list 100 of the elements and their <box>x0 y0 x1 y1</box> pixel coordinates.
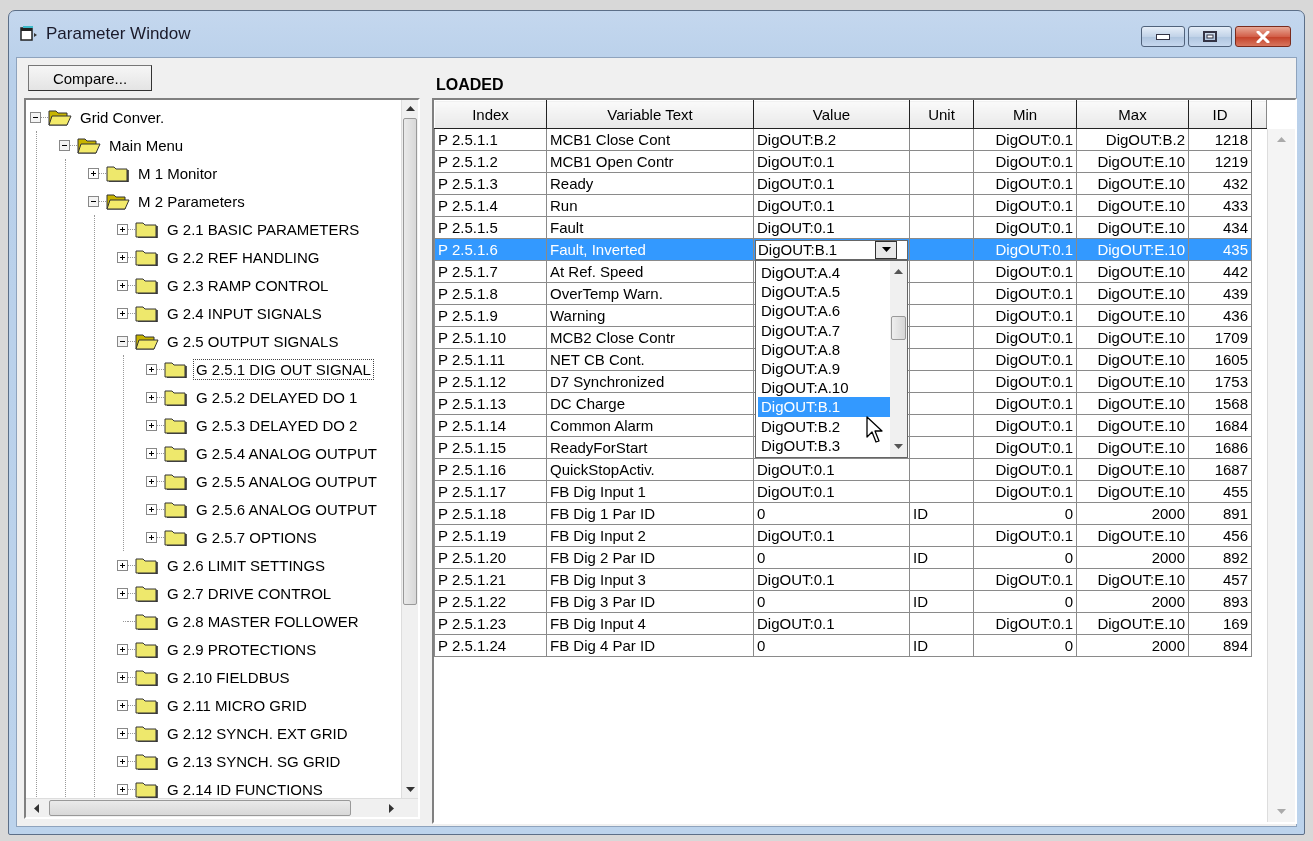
expand-button[interactable] <box>146 531 157 543</box>
tree-item[interactable]: G 2.14 ID FUNCTIONS <box>164 778 326 798</box>
table-cell[interactable]: DigOUT:E.10 <box>1076 612 1189 635</box>
table-cell[interactable]: DigOUT:E.10 <box>1076 392 1189 415</box>
table-cell[interactable]: P 2.5.1.8 <box>434 282 547 305</box>
dropdown-option[interactable]: DigOUT:A.8 <box>758 339 890 359</box>
table-cell[interactable]: P 2.5.1.22 <box>434 590 547 613</box>
collapse-button[interactable] <box>59 139 70 151</box>
table-cell[interactable]: Ready <box>546 172 754 195</box>
expand-button[interactable] <box>146 503 157 515</box>
table-cell[interactable]: Warning <box>546 304 754 327</box>
table-cell[interactable]: 893 <box>1188 590 1252 613</box>
table-cell[interactable]: DigOUT:0.1 <box>973 392 1077 415</box>
table-cell[interactable]: FB Dig Input 1 <box>546 480 754 503</box>
tree-item[interactable]: G 2.12 SYNCH. EXT GRID <box>164 722 351 744</box>
table-cell[interactable]: DigOUT:0.1 <box>973 612 1077 635</box>
table-cell[interactable]: 0 <box>973 546 1077 569</box>
vertical-scrollbar[interactable] <box>401 100 418 798</box>
table-cell[interactable]: P 2.5.1.17 <box>434 480 547 503</box>
table-cell[interactable]: P 2.5.1.16 <box>434 458 547 481</box>
table-cell[interactable]: DigOUT:0.1 <box>973 436 1077 459</box>
table-cell[interactable]: 2000 <box>1076 590 1189 613</box>
table-cell[interactable]: 432 <box>1188 172 1252 195</box>
table-cell[interactable]: MCB1 Open Contr <box>546 150 754 173</box>
table-cell[interactable]: DigOUT:E.10 <box>1076 304 1189 327</box>
table-cell[interactable]: DigOUT:E.10 <box>1076 282 1189 305</box>
value-dropdown[interactable]: DigOUT:B.1 <box>755 239 908 260</box>
tree-item[interactable]: Main Menu <box>106 134 187 156</box>
table-cell[interactable]: D7 Synchronized <box>546 370 754 393</box>
tree-item[interactable]: G 2.9 PROTECTIONS <box>164 638 320 660</box>
table-cell[interactable]: P 2.5.1.7 <box>434 260 547 283</box>
table-cell[interactable]: 436 <box>1188 304 1252 327</box>
table-cell[interactable]: P 2.5.1.4 <box>434 194 547 217</box>
expand-button[interactable] <box>117 643 128 655</box>
table-cell[interactable]: DigOUT:E.10 <box>1076 194 1189 217</box>
table-cell[interactable]: DigOUT:E.10 <box>1076 216 1189 239</box>
tree-item[interactable]: G 2.4 INPUT SIGNALS <box>164 302 325 324</box>
table-cell[interactable]: P 2.5.1.5 <box>434 216 547 239</box>
table-cell[interactable]: P 2.5.1.14 <box>434 414 547 437</box>
table-cell[interactable]: NET CB Cont. <box>546 348 754 371</box>
compare-button[interactable]: Compare... <box>28 65 152 91</box>
table-cell[interactable]: DigOUT:0.1 <box>753 458 910 481</box>
table-cell[interactable]: MCB1 Close Cont <box>546 128 754 151</box>
table-cell[interactable]: DigOUT:0.1 <box>973 414 1077 437</box>
tree-item[interactable]: G 2.5 OUTPUT SIGNALS <box>164 330 342 352</box>
tree-item[interactable]: G 2.8 MASTER FOLLOWER <box>164 610 362 632</box>
table-cell[interactable]: P 2.5.1.19 <box>434 524 547 547</box>
table-cell[interactable]: 1219 <box>1188 150 1252 173</box>
table-cell[interactable]: 1568 <box>1188 392 1252 415</box>
tree-item[interactable]: G 2.5.6 ANALOG OUTPUT <box>193 498 380 520</box>
expand-button[interactable] <box>117 307 128 319</box>
table-cell[interactable]: DigOUT:E.10 <box>1076 370 1189 393</box>
table-cell[interactable]: 1218 <box>1188 128 1252 151</box>
table-cell[interactable]: 891 <box>1188 502 1252 525</box>
table-cell[interactable]: DigOUT:0.1 <box>973 326 1077 349</box>
table-cell[interactable]: 1605 <box>1188 348 1252 371</box>
table-cell[interactable]: 894 <box>1188 634 1252 657</box>
tree-item[interactable]: G 2.5.5 ANALOG OUTPUT <box>193 470 380 492</box>
table-cell[interactable]: DigOUT:0.1 <box>753 194 910 217</box>
table-cell[interactable]: ID <box>909 502 974 525</box>
table-cell[interactable]: DigOUT:0.1 <box>973 150 1077 173</box>
table-cell[interactable]: 433 <box>1188 194 1252 217</box>
horizontal-scrollbar[interactable] <box>26 798 418 817</box>
dropdown-option[interactable]: DigOUT:A.6 <box>758 301 890 321</box>
minimize-button[interactable] <box>1141 26 1185 47</box>
expand-button[interactable] <box>117 559 128 571</box>
tree-item[interactable]: M 2 Parameters <box>135 190 248 212</box>
table-cell[interactable]: 892 <box>1188 546 1252 569</box>
table-cell[interactable]: DigOUT:E.10 <box>1076 480 1189 503</box>
collapse-button[interactable] <box>88 195 99 207</box>
tree-item[interactable]: G 2.7 DRIVE CONTROL <box>164 582 335 604</box>
table-cell[interactable]: 2000 <box>1076 502 1189 525</box>
table-cell[interactable]: 1687 <box>1188 458 1252 481</box>
table-cell[interactable]: ID <box>909 634 974 657</box>
expand-button[interactable] <box>117 587 128 599</box>
collapse-button[interactable] <box>117 335 128 347</box>
table-cell[interactable]: 0 <box>973 590 1077 613</box>
expand-button[interactable] <box>146 391 157 403</box>
table-cell[interactable]: 0 <box>753 634 910 657</box>
table-cell[interactable]: Common Alarm <box>546 414 754 437</box>
table-cell[interactable]: DigOUT:0.1 <box>753 568 910 591</box>
table-cell[interactable]: P 2.5.1.13 <box>434 392 547 415</box>
expand-button[interactable] <box>146 447 157 459</box>
table-cell[interactable]: 169 <box>1188 612 1252 635</box>
table-cell[interactable]: Run <box>546 194 754 217</box>
table-cell[interactable]: MCB2 Close Contr <box>546 326 754 349</box>
column-header[interactable]: ID <box>1188 100 1252 129</box>
table-cell[interactable]: P 2.5.1.15 <box>434 436 547 459</box>
table-cell[interactable]: DigOUT:0.1 <box>973 524 1077 547</box>
table-cell[interactable]: P 2.5.1.23 <box>434 612 547 635</box>
table-cell[interactable]: DigOUT:0.1 <box>753 150 910 173</box>
table-cell[interactable]: 442 <box>1188 260 1252 283</box>
tree-item[interactable]: G 2.13 SYNCH. SG GRID <box>164 750 344 772</box>
tree-item[interactable]: G 2.5.7 OPTIONS <box>193 526 320 548</box>
table-cell[interactable]: FB Dig 3 Par ID <box>546 590 754 613</box>
tree-item[interactable]: G 2.5.3 DELAYED DO 2 <box>193 414 361 436</box>
tree-item[interactable]: M 1 Monitor <box>135 162 221 184</box>
expand-button[interactable] <box>146 419 157 431</box>
table-cell[interactable]: DigOUT:0.1 <box>753 524 910 547</box>
table-cell[interactable]: DigOUT:0.1 <box>973 128 1077 151</box>
